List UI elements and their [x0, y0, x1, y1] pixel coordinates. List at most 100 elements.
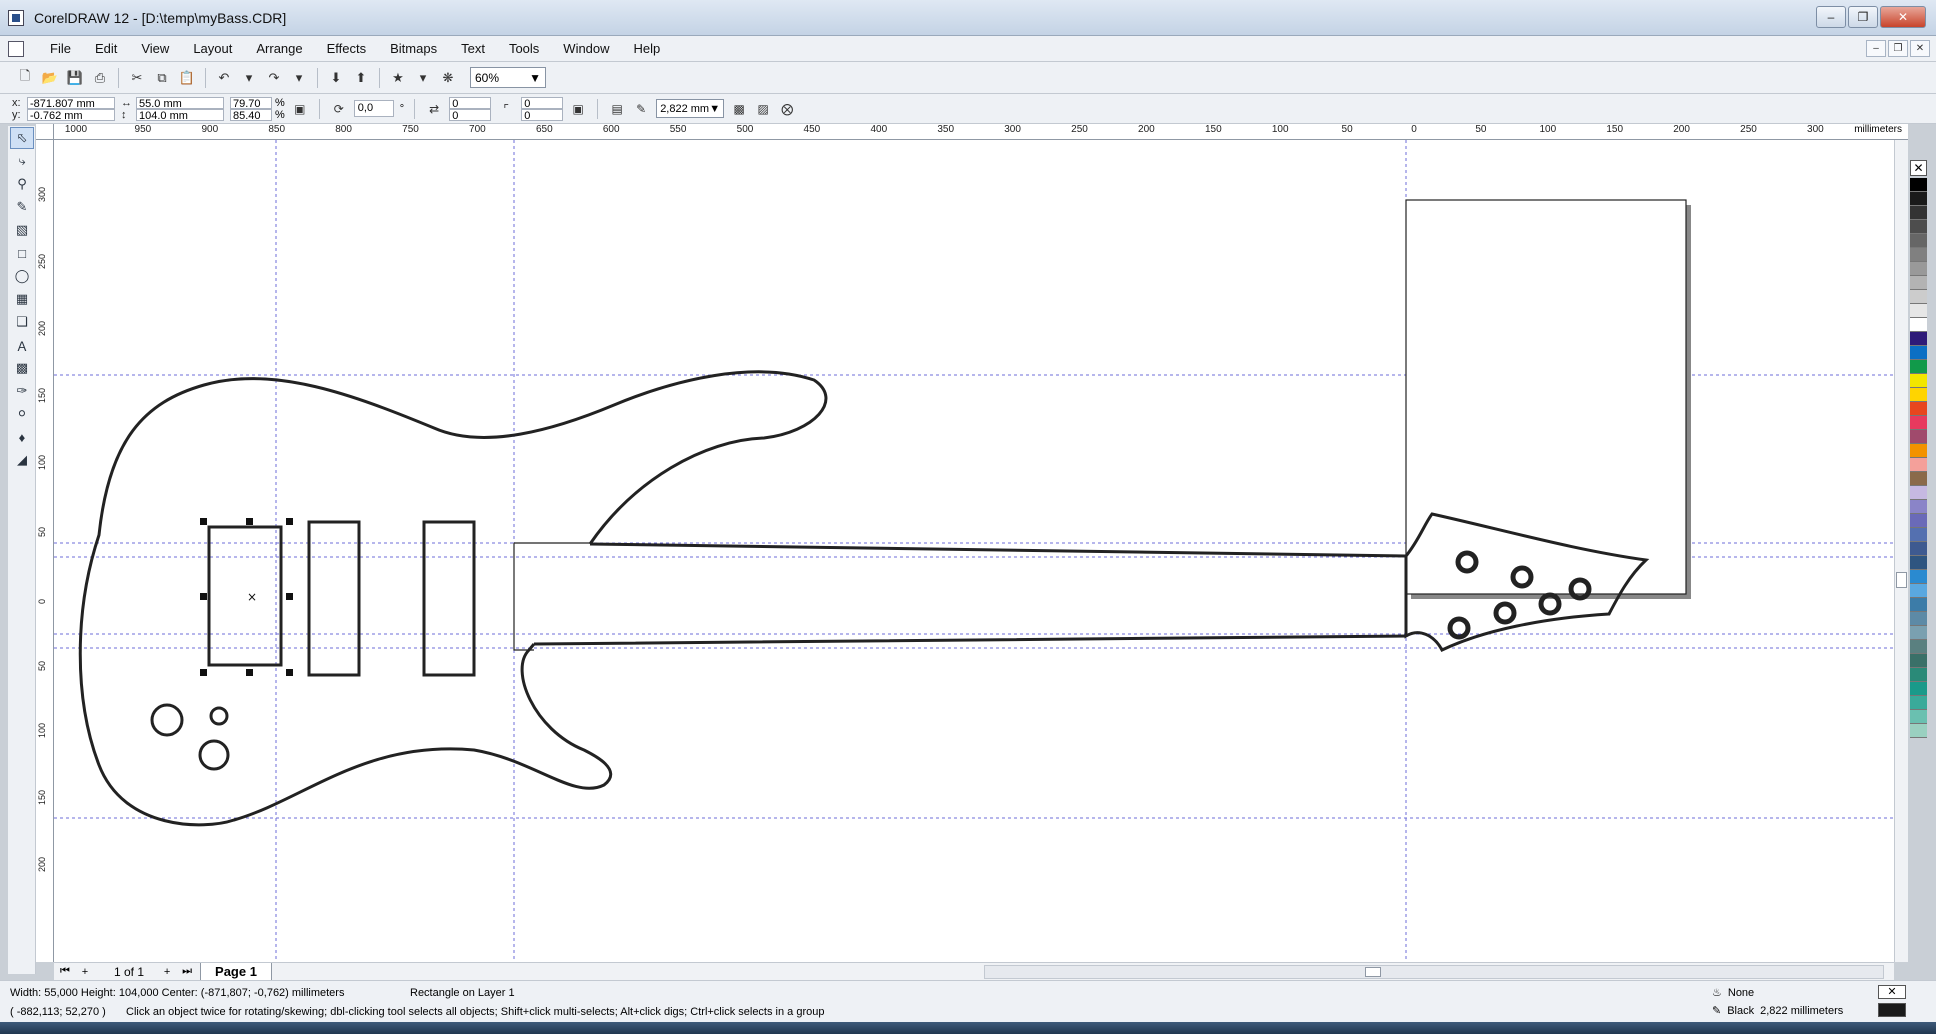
maximize-button[interactable]: ❐: [1848, 6, 1878, 28]
cut-icon[interactable]: ✂: [126, 67, 148, 89]
round-all-corners-lock-icon[interactable]: ▣: [569, 100, 587, 118]
redo-icon[interactable]: ↷: [263, 67, 285, 89]
ruler-origin-icon[interactable]: [36, 124, 54, 140]
color-swatch[interactable]: [1910, 304, 1927, 318]
outline-tool-icon[interactable]: ⚪: [10, 403, 34, 425]
scale-x-input[interactable]: 79.70: [230, 96, 272, 110]
y-position-input[interactable]: -0.762 mm: [27, 108, 115, 122]
color-swatch[interactable]: [1910, 472, 1927, 486]
to-back-icon[interactable]: ▨: [754, 100, 772, 118]
no-color-swatch[interactable]: ✕: [1910, 160, 1927, 176]
menu-arrange[interactable]: Arrange: [244, 38, 314, 59]
color-swatch[interactable]: [1910, 234, 1927, 248]
tuner-peg[interactable]: [1493, 601, 1517, 625]
page-tab[interactable]: Page 1: [200, 962, 272, 981]
corner-top-left-input[interactable]: 0: [449, 96, 492, 110]
color-swatch[interactable]: [1910, 192, 1927, 206]
color-swatch[interactable]: [1910, 318, 1927, 332]
selection-handle[interactable]: [286, 593, 293, 600]
document-icon[interactable]: [8, 40, 24, 57]
color-swatch[interactable]: [1910, 542, 1927, 556]
ellipse-tool-icon[interactable]: ◯: [10, 265, 34, 287]
color-swatch[interactable]: [1910, 416, 1927, 430]
redo-dropdown-icon[interactable]: ▾: [288, 67, 310, 89]
mirror-icon[interactable]: ⇄: [425, 100, 443, 118]
corel-online-icon[interactable]: ❋: [437, 67, 459, 89]
color-swatch[interactable]: [1910, 248, 1927, 262]
close-button[interactable]: ✕: [1880, 6, 1926, 28]
vertical-scroll-thumb[interactable]: [1896, 572, 1907, 588]
menu-window[interactable]: Window: [551, 38, 621, 59]
wrap-text-icon[interactable]: ▤: [608, 100, 626, 118]
pickup-middle[interactable]: [307, 520, 361, 677]
corner-bottom-right-input[interactable]: 0: [521, 108, 564, 122]
fill-tool-icon[interactable]: ♦: [10, 426, 34, 448]
color-swatch[interactable]: [1910, 332, 1927, 346]
menu-edit[interactable]: Edit: [83, 38, 129, 59]
freehand-tool-icon[interactable]: ✎: [10, 196, 34, 218]
menu-file[interactable]: File: [38, 38, 83, 59]
color-swatch[interactable]: [1910, 290, 1927, 304]
doc-close-button[interactable]: ✕: [1910, 40, 1930, 57]
doc-minimize-button[interactable]: –: [1866, 40, 1886, 57]
menu-effects[interactable]: Effects: [315, 38, 379, 59]
add-page-before-icon[interactable]: +: [78, 966, 92, 978]
last-page-icon[interactable]: ⏭: [180, 965, 194, 978]
color-swatch[interactable]: [1910, 570, 1927, 584]
outline-swatch-black[interactable]: [1878, 1003, 1906, 1017]
convert-to-curves-icon[interactable]: ⨂: [778, 100, 796, 118]
color-swatch[interactable]: [1910, 668, 1927, 682]
horizontal-ruler[interactable]: millimeters 1000 950 900 850 800 750 700 650 600…: [36, 124, 1908, 140]
color-swatch[interactable]: [1910, 360, 1927, 374]
color-swatch[interactable]: [1910, 458, 1927, 472]
color-swatch[interactable]: [1910, 598, 1927, 612]
control-knob[interactable]: [209, 706, 229, 726]
lock-ratio-icon[interactable]: ▣: [291, 100, 309, 118]
corner-bottom-left-input[interactable]: 0: [449, 108, 492, 122]
menu-view[interactable]: View: [129, 38, 181, 59]
color-swatch[interactable]: [1910, 178, 1927, 192]
outline-indicator[interactable]: ✎ Black 2,822 millimeters: [1712, 1004, 1843, 1018]
color-swatch[interactable]: [1910, 626, 1927, 640]
color-swatch[interactable]: [1910, 430, 1927, 444]
launcher-dropdown-icon[interactable]: ▾: [412, 67, 434, 89]
graph-paper-tool-icon[interactable]: ▦: [10, 288, 34, 310]
selection-handle[interactable]: [200, 518, 207, 525]
menu-tools[interactable]: Tools: [497, 38, 551, 59]
color-swatch[interactable]: [1910, 514, 1927, 528]
height-input[interactable]: 104.0 mm: [136, 108, 224, 122]
color-swatch[interactable]: [1910, 584, 1927, 598]
color-swatch[interactable]: [1910, 276, 1927, 290]
color-swatch[interactable]: [1910, 388, 1927, 402]
rectangle-tool-icon[interactable]: □: [10, 242, 34, 264]
pickup-neck[interactable]: [422, 520, 476, 677]
color-swatch[interactable]: [1910, 528, 1927, 542]
color-swatch[interactable]: [1910, 654, 1927, 668]
eyedropper-tool-icon[interactable]: ✑: [10, 380, 34, 402]
to-front-icon[interactable]: ▩: [730, 100, 748, 118]
scale-y-input[interactable]: 85.40: [230, 108, 272, 122]
color-swatch[interactable]: [1910, 696, 1927, 710]
first-page-icon[interactable]: ⏮: [58, 965, 72, 978]
selection-handle[interactable]: [246, 669, 253, 676]
basic-shapes-tool-icon[interactable]: ❑: [10, 311, 34, 333]
export-icon[interactable]: ⬆: [350, 67, 372, 89]
rotation-input[interactable]: 0,0: [353, 100, 394, 117]
color-swatch[interactable]: [1910, 402, 1927, 416]
horizontal-scroll-thumb[interactable]: [1365, 967, 1381, 977]
color-swatch[interactable]: [1910, 500, 1927, 514]
import-icon[interactable]: ⬇: [325, 67, 347, 89]
control-knob[interactable]: [150, 703, 184, 737]
open-icon[interactable]: 📂: [39, 67, 61, 89]
selection-handle[interactable]: [286, 518, 293, 525]
paste-icon[interactable]: 📋: [176, 67, 198, 89]
color-swatch[interactable]: [1910, 682, 1927, 696]
pickup-bridge-selected[interactable]: [207, 525, 283, 667]
color-swatch[interactable]: [1910, 640, 1927, 654]
color-swatch[interactable]: [1910, 486, 1927, 500]
menu-text[interactable]: Text: [449, 38, 497, 59]
vertical-ruler[interactable]: millimeters 300 250 200 150 100 50 0 50 100 150 20…: [36, 140, 54, 962]
zoom-tool-icon[interactable]: ⚲: [10, 173, 34, 195]
fill-swatch-none[interactable]: ✕: [1878, 985, 1906, 999]
selection-handle[interactable]: [246, 518, 253, 525]
